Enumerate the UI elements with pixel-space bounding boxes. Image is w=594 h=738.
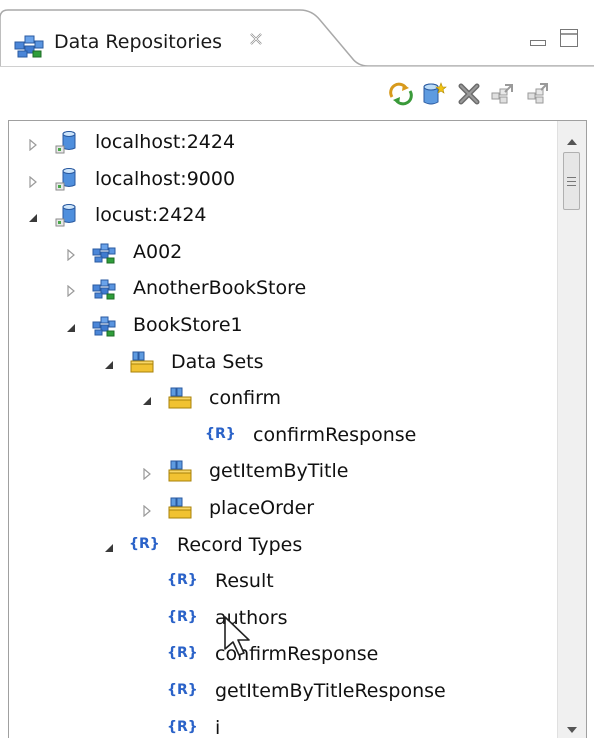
close-tab-icon[interactable] <box>248 31 264 47</box>
server-icon <box>53 202 79 228</box>
repository-tree-panel: localhost:2424 localhost:9000 locust:2424 A… <box>8 120 587 738</box>
tree-item-label: localhost:9000 <box>95 167 236 190</box>
tree-item[interactable]: getItemByTitle <box>9 453 557 490</box>
expanded-arrow-icon[interactable] <box>103 356 115 369</box>
tree-item-label: Data Sets <box>171 350 264 373</box>
collapsed-arrow-icon[interactable] <box>141 465 153 481</box>
scrollbar-thumb[interactable] <box>563 152 580 210</box>
tree-item[interactable]: Data Sets <box>9 344 557 381</box>
view-title[interactable]: Data Repositories <box>54 31 222 53</box>
collapsed-arrow-icon[interactable] <box>65 282 77 298</box>
tree-item[interactable]: {R} getItemByTitleResponse <box>9 673 557 710</box>
repository-icon <box>91 239 117 265</box>
server-icon <box>53 166 79 192</box>
server-icon <box>53 129 79 155</box>
repository-icon <box>91 275 117 301</box>
tree-item-label: i <box>215 716 221 738</box>
tree-item[interactable]: confirm <box>9 380 557 417</box>
repository-tree: localhost:2424 localhost:9000 locust:2424 A… <box>9 121 557 738</box>
dataset-icon <box>167 458 193 484</box>
maximize-icon[interactable] <box>560 29 578 47</box>
tree-item-label: locust:2424 <box>95 204 207 227</box>
import-icon[interactable] <box>489 81 515 107</box>
tree-item[interactable]: localhost:2424 <box>9 124 557 161</box>
tree-item[interactable]: {R} Record Types <box>9 527 557 564</box>
record-icon: {R} <box>205 425 236 442</box>
tree-item-label: Record Types <box>177 533 303 556</box>
view-toolbar <box>0 67 594 120</box>
tree-item-label: getItemByTitle <box>209 460 349 483</box>
dataset-icon <box>167 495 193 521</box>
tree-item-label: confirm <box>209 387 282 410</box>
tree-item-label: localhost:2424 <box>95 131 236 153</box>
tree-item[interactable]: {R} confirmResponse <box>9 636 557 673</box>
scroll-down-icon[interactable] <box>566 719 578 733</box>
record-icon: {R} <box>167 682 198 698</box>
add-database-icon[interactable] <box>421 81 447 107</box>
scroll-up-icon[interactable] <box>566 131 578 145</box>
record-icon: {R} <box>167 645 198 662</box>
data-repository-icon <box>13 29 45 59</box>
delete-icon[interactable] <box>456 81 482 107</box>
tree-item-label: A002 <box>133 240 183 263</box>
tree-item-label: AnotherBookStore <box>133 277 307 300</box>
tree-item[interactable]: BookStore1 <box>9 307 557 344</box>
repository-icon <box>91 312 117 338</box>
minimize-icon[interactable] <box>530 33 546 46</box>
expanded-arrow-icon[interactable] <box>141 392 153 406</box>
tree-item[interactable]: {R} authors <box>9 600 557 637</box>
dataset-icon <box>167 385 193 411</box>
collapsed-arrow-icon[interactable] <box>27 173 39 188</box>
data-repositories-view: Data Repositories localhost:2424 localho… <box>0 0 594 738</box>
tree-item-label: confirmResponse <box>215 643 379 666</box>
tree-item[interactable]: {R} confirmResponse <box>9 417 557 454</box>
tree-item-label: BookStore1 <box>133 314 243 336</box>
record-icon: {R} <box>129 535 160 552</box>
record-icon: {R} <box>167 572 198 589</box>
tree-item-label: placeOrder <box>209 497 315 519</box>
refresh-icon[interactable] <box>388 81 414 107</box>
tree-item-label: authors <box>215 606 288 629</box>
vertical-scrollbar[interactable] <box>557 121 586 738</box>
tree-item[interactable]: locust:2424 <box>9 197 557 234</box>
expanded-arrow-icon[interactable] <box>103 539 115 552</box>
collapsed-arrow-icon[interactable] <box>65 246 77 262</box>
tree-item-label: getItemByTitleResponse <box>215 680 446 702</box>
dataset-folder-icon <box>129 349 155 375</box>
export-icon[interactable] <box>524 81 550 107</box>
tree-item[interactable]: A002 <box>9 234 557 271</box>
tree-item[interactable]: {R} Result <box>9 563 557 600</box>
record-icon: {R} <box>167 718 198 735</box>
tree-item[interactable]: localhost:9000 <box>9 161 557 198</box>
collapsed-arrow-icon[interactable] <box>27 136 39 152</box>
tree-item-label: Result <box>215 570 274 593</box>
expanded-arrow-icon[interactable] <box>27 209 39 223</box>
tree-item[interactable]: placeOrder <box>9 490 557 527</box>
view-tab-bar: Data Repositories <box>0 0 594 67</box>
tree-item[interactable]: AnotherBookStore <box>9 270 557 307</box>
tree-item[interactable]: {R} i <box>9 710 557 738</box>
record-icon: {R} <box>167 608 198 625</box>
tree-item-label: confirmResponse <box>253 423 417 446</box>
expanded-arrow-icon[interactable] <box>65 319 77 332</box>
collapsed-arrow-icon[interactable] <box>141 502 153 518</box>
